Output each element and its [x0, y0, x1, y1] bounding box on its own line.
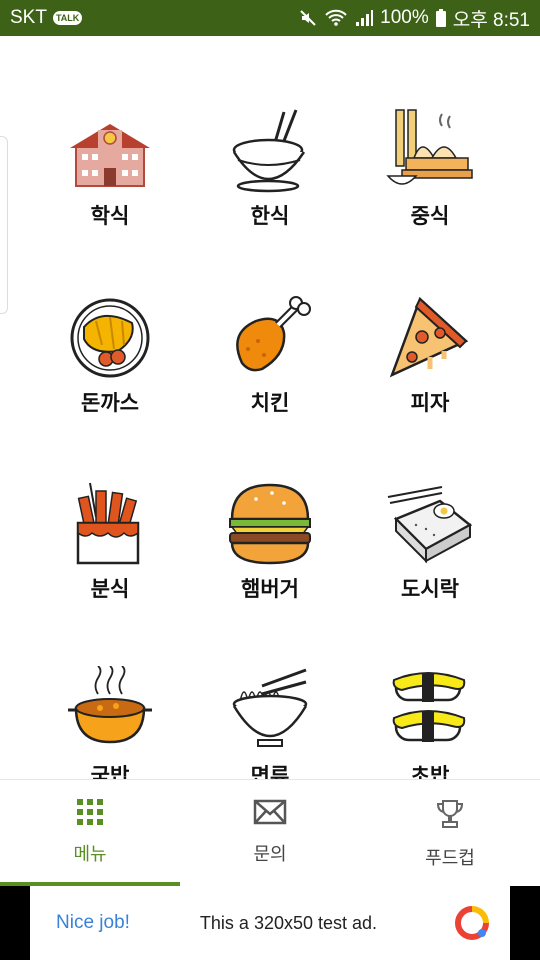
mute-icon: [298, 8, 318, 28]
menu-item-porkcutlet[interactable]: 돈까스: [30, 293, 190, 443]
ad-message: This a 320x50 test ad.: [199, 912, 378, 933]
menu-item-chinese[interactable]: 중식: [350, 106, 510, 256]
menu-item-sushi[interactable]: 초밥: [350, 666, 510, 779]
wifi-icon: [324, 8, 348, 28]
menu-item-label: 학식: [90, 204, 130, 228]
menu-item-label: 피자: [410, 391, 450, 415]
menu-item-label: 도시락: [401, 577, 459, 601]
noodle-bowl-icon: [232, 668, 308, 747]
menu-item-soup[interactable]: 국밥: [30, 666, 190, 779]
mail-icon: [253, 799, 287, 825]
pork-cutlet-plate-icon: [70, 298, 150, 378]
tab-menu[interactable]: 메뉴: [0, 780, 180, 886]
menu-item-korean[interactable]: 한식: [190, 106, 350, 256]
menu-item-label: 면류: [250, 764, 290, 779]
tab-label: 푸드컵: [425, 848, 475, 869]
menu-item-label: 한식: [250, 204, 290, 228]
edge-panel-handle[interactable]: [0, 136, 8, 314]
kakaotalk-icon: TALK: [52, 11, 83, 25]
chicken-drumstick-icon: [236, 296, 311, 372]
menu-item-chicken[interactable]: 치킨: [190, 293, 350, 443]
menu-item-noodles[interactable]: 면류: [190, 666, 350, 779]
carrier-label: SKT: [10, 7, 47, 28]
rice-bowl-icon: [232, 109, 306, 193]
tab-inquiry[interactable]: 문의: [180, 780, 360, 886]
menu-item-snack[interactable]: 분식: [30, 479, 190, 629]
menu-item-label: 중식: [410, 204, 450, 228]
menu-item-lunchbox[interactable]: 도시락: [350, 479, 510, 629]
tab-label: 문의: [253, 844, 287, 865]
battery-percent: 100%: [380, 7, 429, 28]
bottom-navigation: 메뉴 문의 푸드컵: [0, 779, 540, 886]
trophy-icon: [436, 800, 464, 828]
menu-item-pizza[interactable]: 피자: [350, 293, 510, 443]
menu-item-label: 국밥: [90, 764, 130, 779]
hamburger-icon: [229, 483, 311, 565]
tab-label: 메뉴: [73, 844, 107, 865]
admob-logo-icon: [455, 906, 489, 940]
menu-item-label: 분식: [90, 577, 130, 601]
status-bar: SKT TALK 100% 오후 8:51: [0, 0, 540, 36]
pizza-slice-icon: [389, 296, 469, 378]
lunchbox-icon: [387, 486, 473, 564]
ad-banner[interactable]: Nice job! This a 320x50 test ad.: [30, 886, 510, 960]
menu-item-label: 치킨: [250, 391, 290, 415]
grid-icon: [77, 799, 103, 825]
clock: 오후 8:51: [452, 9, 530, 31]
sushi-icon: [392, 672, 466, 742]
battery-icon: [435, 8, 447, 28]
menu-item-label: 돈까스: [81, 391, 139, 415]
menu-item-label: 햄버거: [241, 577, 299, 601]
soup-pot-icon: [68, 666, 152, 744]
tab-foodcup[interactable]: 푸드컵: [360, 780, 540, 886]
menu-item-label: 초밥: [410, 764, 450, 779]
signal-icon: [354, 8, 374, 28]
menu-item-burger[interactable]: 햄버거: [190, 479, 350, 629]
menu-content: 학식 한식 중식 돈까스 치킨 피자 분식 햄버거 도시락 국밥 면류 초밥: [0, 36, 540, 779]
dumpling-steamer-icon: [386, 109, 473, 185]
ad-banner-container: Nice job! This a 320x50 test ad.: [0, 886, 540, 960]
school-building-icon: [70, 124, 150, 187]
menu-item-school[interactable]: 학식: [30, 106, 190, 256]
fries-cup-icon: [76, 482, 140, 565]
ad-nice-text: Nice job!: [56, 912, 130, 933]
